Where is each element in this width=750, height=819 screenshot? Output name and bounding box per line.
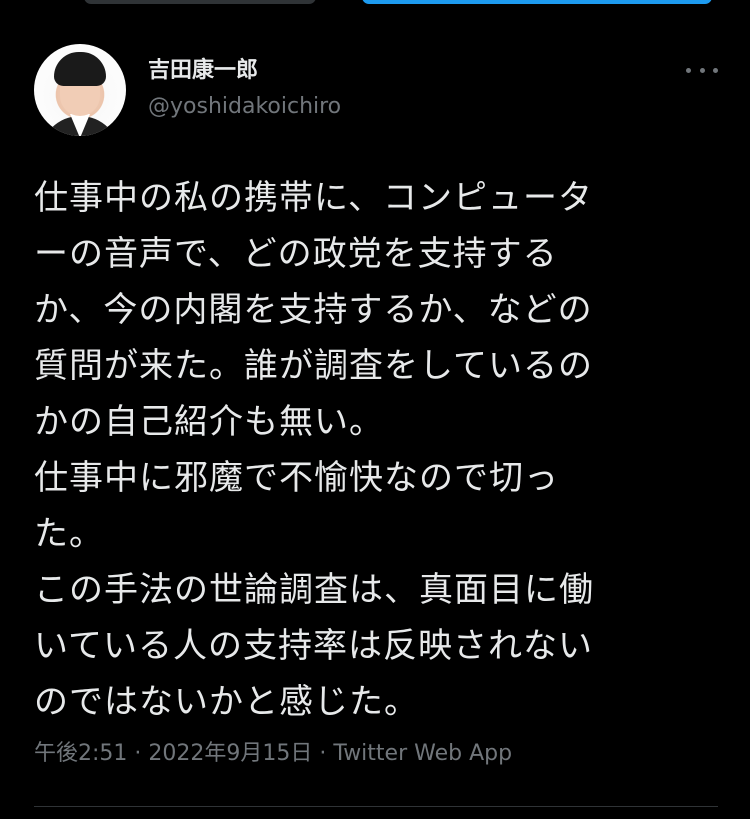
meta-separator: · — [319, 741, 327, 766]
tweet-time[interactable]: 午後2:51 — [34, 741, 127, 766]
tweet-line: ーの音声で、どの政党を支持する — [34, 234, 558, 274]
tweet-line: た。 — [34, 514, 104, 554]
meta-separator: · — [134, 741, 142, 766]
tweet-line: かの自己紹介も無い。 — [34, 402, 384, 442]
tweet-line: 仕事中の私の携帯に、コンピュータ — [34, 178, 593, 218]
user-handle[interactable]: @yoshidakoichiro — [148, 94, 341, 120]
tweet-line: 仕事中に邪魔で不愉快なので切っ — [34, 458, 559, 498]
tweet-line: この手法の世論調査は、真面目に働 — [34, 570, 594, 610]
more-dot — [699, 67, 705, 73]
tweet-date[interactable]: 2022年9月15日 — [148, 741, 312, 766]
top-primary-button-edge[interactable] — [362, 0, 712, 4]
display-name[interactable]: 吉田康一郎 — [148, 58, 258, 84]
more-dot — [713, 67, 718, 73]
tweet-line: いている人の支持率は反映されない — [34, 626, 593, 666]
avatar[interactable] — [34, 44, 126, 136]
divider — [34, 806, 718, 807]
avatar-hair — [54, 52, 106, 86]
top-secondary-button-edge[interactable] — [84, 0, 316, 4]
tweet-line: か、今の内閣を支持するか、などの — [34, 290, 593, 330]
tweet-text: 仕事中の私の携帯に、コンピュータ ーの音声で、どの政党を支持する か、今の内閣を… — [34, 170, 714, 730]
tweet-line: のではないかと感じた。 — [34, 682, 419, 722]
tweet-line: 質問が来た。誰が調査をしているの — [34, 346, 593, 386]
tweet-source[interactable]: Twitter Web App — [333, 741, 512, 766]
more-dot — [686, 67, 691, 73]
more-horizontal-icon[interactable] — [686, 60, 718, 80]
tweet-meta: 午後2:51 · 2022年9月15日 · Twitter Web App — [34, 740, 512, 768]
